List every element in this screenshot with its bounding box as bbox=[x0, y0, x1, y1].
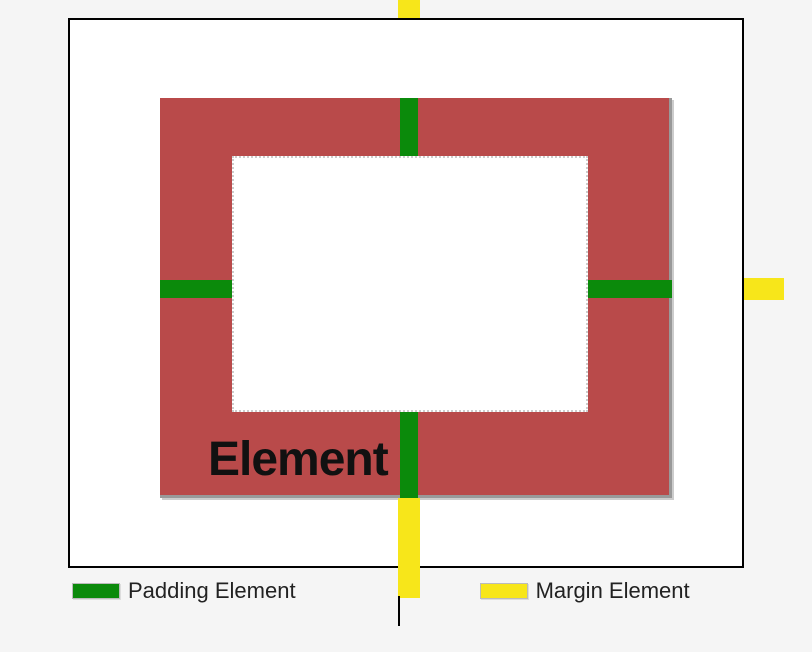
text-cursor bbox=[398, 596, 400, 626]
padding-indicator-right bbox=[588, 280, 672, 298]
box-model-diagram: Element Padding Element Margin Element bbox=[0, 0, 812, 652]
legend: Padding Element Margin Element bbox=[72, 578, 772, 604]
legend-swatch-padding bbox=[72, 583, 120, 599]
content-area bbox=[232, 156, 588, 412]
legend-label-margin: Margin Element bbox=[536, 578, 690, 604]
element-label: Element bbox=[208, 432, 388, 487]
legend-label-padding: Padding Element bbox=[128, 578, 296, 604]
legend-swatch-margin bbox=[480, 583, 528, 599]
padding-indicator-left bbox=[160, 280, 232, 298]
padding-indicator-bottom bbox=[400, 412, 418, 498]
padding-indicator-top bbox=[400, 98, 418, 156]
